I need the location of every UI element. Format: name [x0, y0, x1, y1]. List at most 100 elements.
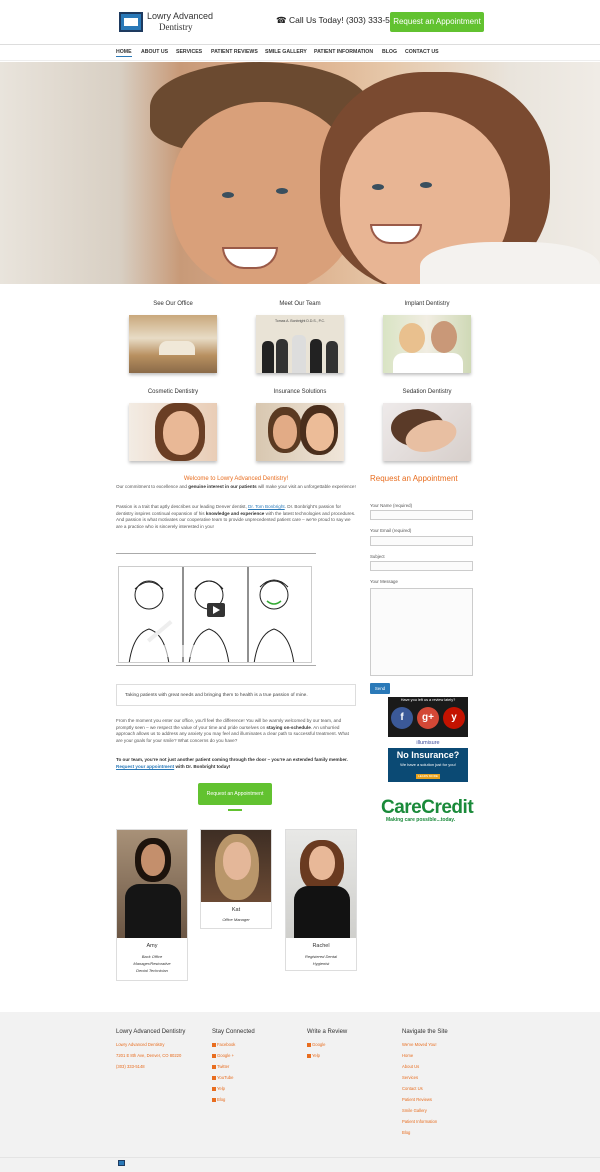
logo-icon: [119, 12, 143, 32]
nav-home[interactable]: HOME: [116, 49, 132, 57]
review-widget-title: Have you left us a review lately?: [400, 698, 456, 702]
no-insurance-banner[interactable]: illumisure No Insurance? We have a solut…: [388, 738, 468, 782]
footer-nav-link[interactable]: Blog: [402, 1130, 410, 1135]
footer-youtube-link[interactable]: YouTube: [212, 1075, 233, 1080]
team-name-amy: Amy: [146, 943, 158, 949]
play-button[interactable]: [207, 603, 225, 617]
passion-paragraph: Passion is a trait that aptly describes …: [116, 504, 356, 529]
footer-phone[interactable]: (303) 333-5148: [116, 1064, 145, 1069]
footer-google-plus-link[interactable]: Google +: [212, 1053, 234, 1058]
doctor-quote: Taking patients with great needs and bri…: [116, 684, 356, 706]
review-widget: Have you left us a review lately? f g+ y: [388, 697, 468, 737]
header-appointment-button[interactable]: Request an Appointment: [390, 12, 484, 32]
nav-blog[interactable]: BLOG: [382, 49, 397, 55]
google-icon: [307, 1042, 311, 1047]
logo-text-line1: Lowry Advanced: [147, 11, 214, 21]
google-plus-icon[interactable]: g+: [417, 707, 439, 729]
main-appointment-button[interactable]: Request an Appointment: [198, 783, 272, 805]
footer-nav-link[interactable]: Services: [402, 1075, 418, 1080]
nav-contact-us[interactable]: CONTACT US: [405, 49, 439, 55]
footer-review-google-link[interactable]: Google: [307, 1042, 326, 1047]
name-field[interactable]: [370, 510, 473, 520]
carecredit-logo[interactable]: CareCredit: [381, 797, 474, 819]
footer-title-social: Stay Connected: [212, 1029, 255, 1035]
welcome-paragraph: From the moment you enter our office, yo…: [116, 718, 349, 743]
footer-twitter-link[interactable]: Twitter: [212, 1064, 229, 1069]
tile-image-implant[interactable]: [383, 315, 471, 373]
tile-image-sedation[interactable]: [383, 403, 471, 461]
email-field[interactable]: [370, 536, 473, 546]
footer-logo-icon[interactable]: [118, 1160, 125, 1166]
no-insurance-heading: No Insurance?: [396, 750, 460, 760]
yelp-icon: [307, 1053, 311, 1058]
header-phone[interactable]: ☎ Call Us Today! (303) 333-5148: [276, 15, 404, 26]
footer-title-practice: Lowry Advanced Dentistry: [116, 1029, 186, 1035]
team-photo-amy: [117, 830, 187, 938]
footer-nav-link[interactable]: We've Moved You!: [402, 1042, 436, 1047]
video-player[interactable]: [118, 566, 312, 663]
facebook-icon[interactable]: f: [391, 707, 413, 729]
hero-image: [0, 62, 600, 284]
tile-title-sedation[interactable]: Sedation Dentistry: [367, 389, 487, 395]
yelp-icon[interactable]: y: [443, 707, 465, 729]
subject-field[interactable]: [370, 561, 473, 571]
tile-image-insurance[interactable]: [256, 403, 344, 461]
team-card-rachel[interactable]: Rachel Registered Dental Hygienist: [285, 829, 357, 971]
footer-review-yelp-link[interactable]: Yelp: [307, 1053, 320, 1058]
site-header: Lowry Advanced Dentistry ☎ Call Us Today…: [0, 0, 600, 44]
divider: [116, 665, 316, 666]
blog-icon: [212, 1097, 216, 1102]
tile-title-office[interactable]: See Our Office: [113, 301, 233, 307]
carecredit-tagline: Making care possible...today.: [386, 817, 456, 823]
footer-nav-link[interactable]: Patient Reviews: [402, 1097, 432, 1102]
facebook-icon: [212, 1042, 216, 1047]
tile-image-office[interactable]: [129, 315, 217, 373]
footer-blog-link[interactable]: Blog: [212, 1097, 225, 1102]
footer-address[interactable]: 7201 E 8th Ave, Denver, CO 80220: [116, 1053, 181, 1058]
team-photo-rachel: [286, 830, 356, 938]
site-footer: [0, 1012, 600, 1157]
learn-more-button[interactable]: LEARN MORE: [416, 774, 440, 779]
footer-nav-link[interactable]: Smile Gallery: [402, 1108, 427, 1113]
nav-smile-gallery[interactable]: SMILE GALLERY: [265, 49, 307, 55]
message-label: Your Message: [370, 579, 398, 584]
bottom-bar: [0, 1157, 600, 1172]
nav-patient-reviews[interactable]: PATIENT REVIEWS: [211, 49, 258, 55]
footer-facebook-link[interactable]: Facebook: [212, 1042, 235, 1047]
team-card-amy[interactable]: Amy Back Office Manager/Restorative Dent…: [116, 829, 188, 981]
footer-address-name: Lowry Advanced Dentistry: [116, 1042, 165, 1047]
welcome-heading: Welcome to Lowry Advanced Dentistry!: [183, 476, 289, 482]
tile-image-team[interactable]: Tomas A. Bonbright D.D.S., P.C.: [256, 315, 344, 373]
team-name-rachel: Rachel: [312, 943, 330, 949]
request-appointment-link[interactable]: Request your appointment: [116, 764, 174, 769]
nav-services[interactable]: SERVICES: [176, 49, 202, 55]
tile-image-cosmetic[interactable]: [129, 403, 217, 461]
footer-nav-link[interactable]: Contact Us: [402, 1086, 423, 1091]
play-icon: [213, 606, 220, 614]
page: Lowry Advanced Dentistry ☎ Call Us Today…: [0, 0, 600, 1172]
footer-nav-link[interactable]: About Us: [402, 1064, 419, 1069]
team-photo-kat: [201, 830, 271, 902]
message-field[interactable]: [370, 588, 473, 676]
divider: [116, 553, 316, 554]
tile-title-insurance[interactable]: Insurance Solutions: [240, 389, 360, 395]
cta-underline: [228, 809, 242, 811]
team-card-kat[interactable]: Kat Office Manager: [200, 829, 272, 929]
tile-title-cosmetic[interactable]: Cosmetic Dentistry: [113, 389, 233, 395]
footer-yelp-link[interactable]: Yelp: [212, 1086, 225, 1091]
google-plus-icon: [212, 1053, 216, 1058]
dr-bonbright-link[interactable]: Dr. Tom Bonbright: [248, 504, 285, 509]
footer-nav-link[interactable]: Patient Information: [402, 1119, 437, 1124]
name-label: Your Name (required): [370, 503, 413, 508]
footer-title-review: Write a Review: [307, 1029, 348, 1035]
site-logo[interactable]: Lowry Advanced Dentistry: [119, 10, 229, 34]
nav-patient-information[interactable]: PATIENT INFORMATION: [314, 49, 373, 55]
family-paragraph: To our team, you're not just another pat…: [116, 757, 348, 769]
footer-nav-link[interactable]: Home: [402, 1053, 413, 1058]
tile-title-implant[interactable]: Implant Dentistry: [367, 301, 487, 307]
tile-title-team[interactable]: Meet Our Team: [240, 301, 360, 307]
send-button[interactable]: Send: [370, 683, 390, 694]
email-label: Your Email (required): [370, 528, 412, 533]
subject-label: Subject: [370, 554, 385, 559]
nav-about-us[interactable]: ABOUT US: [141, 49, 168, 55]
